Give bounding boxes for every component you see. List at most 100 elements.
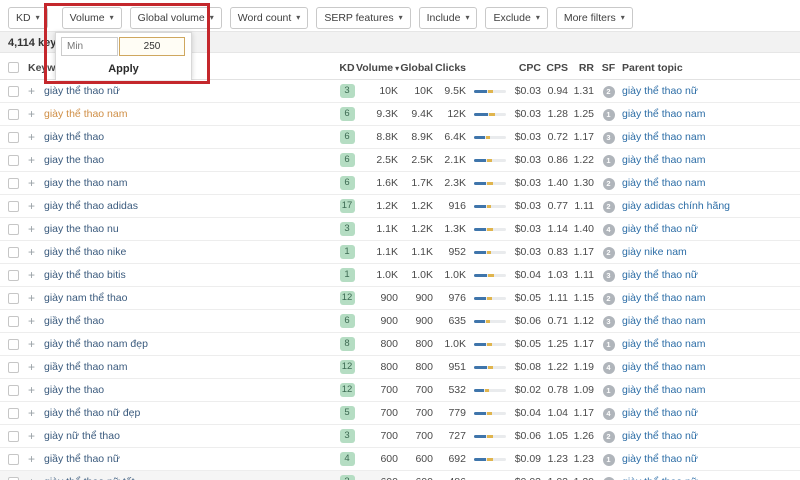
filter-more-filters-button[interactable]: More filters ▾ <box>555 7 633 29</box>
header-global[interactable]: Global <box>398 62 433 74</box>
keyword-link[interactable]: giày thể thao nữ <box>44 85 120 97</box>
filter-volume-button[interactable]: Volume ▾ <box>61 7 122 29</box>
parent-topic-link[interactable]: giày thể thao nam <box>622 131 705 143</box>
row-checkbox[interactable] <box>8 339 19 350</box>
keyword-link[interactable]: giày thể thao nữ tốt <box>44 476 135 480</box>
row-checkbox[interactable] <box>8 270 19 281</box>
header-parent-topic[interactable]: Parent topic <box>622 62 683 74</box>
plus-icon[interactable]: + <box>28 337 35 351</box>
parent-topic-link[interactable]: giày adidas chính hãng <box>622 200 730 212</box>
plus-icon[interactable]: + <box>28 153 35 167</box>
keyword-link[interactable]: giày thể thao adidas <box>44 200 138 212</box>
plus-icon[interactable]: + <box>28 314 35 328</box>
plus-icon[interactable]: + <box>28 291 35 305</box>
sf-badge[interactable]: 3 <box>602 132 615 144</box>
header-volume[interactable]: Volume ▾ <box>356 62 399 74</box>
keyword-link[interactable]: giày the thao <box>44 384 104 396</box>
row-checkbox[interactable] <box>8 109 19 120</box>
sf-badge[interactable]: 4 <box>602 408 615 420</box>
keyword-link[interactable]: giày thể thao nam đẹp <box>44 338 148 350</box>
keyword-link[interactable]: giày nam thể thao <box>44 292 127 304</box>
keyword-link[interactable]: giay the thao <box>44 154 104 166</box>
sf-badge[interactable]: 2 <box>602 86 615 98</box>
volume-max-input[interactable] <box>119 37 185 56</box>
header-kd[interactable]: KD <box>336 62 358 74</box>
parent-topic-link[interactable]: giày thể thao nam <box>622 338 705 350</box>
parent-topic-link[interactable]: giày thể thao nữ <box>622 407 698 419</box>
row-checkbox[interactable] <box>8 178 19 189</box>
sf-badge[interactable]: 2 <box>602 431 615 443</box>
parent-topic-link[interactable]: giày thể thao nữ <box>622 85 698 97</box>
row-checkbox[interactable] <box>8 431 19 442</box>
row-checkbox[interactable] <box>8 316 19 327</box>
plus-icon[interactable]: + <box>28 383 35 397</box>
row-checkbox[interactable] <box>8 155 19 166</box>
sf-badge[interactable]: 4 <box>602 224 615 236</box>
parent-topic-link[interactable]: giày thể thao nữ <box>622 453 698 465</box>
parent-topic-link[interactable]: giày thể thao nam <box>622 177 705 189</box>
parent-topic-link[interactable]: giày thể thao nam <box>622 361 705 373</box>
sf-badge[interactable]: 1 <box>602 109 615 121</box>
plus-icon[interactable]: + <box>28 475 35 480</box>
keyword-link[interactable]: giầy thể thao nữ <box>44 453 120 465</box>
parent-topic-link[interactable]: giày thể thao nam <box>622 108 705 120</box>
parent-topic-link[interactable]: giày thể thao nam <box>622 315 705 327</box>
plus-icon[interactable]: + <box>28 130 35 144</box>
parent-topic-link[interactable]: giày thể thao nam <box>622 292 705 304</box>
filter-exclude-button[interactable]: Exclude ▾ <box>485 7 548 29</box>
keyword-link[interactable]: giầy thể thao <box>44 315 104 327</box>
row-checkbox[interactable] <box>8 454 19 465</box>
select-all-checkbox[interactable] <box>8 62 19 73</box>
sf-badge[interactable]: 1 <box>602 385 615 397</box>
sf-badge[interactable]: 2 <box>602 247 615 259</box>
sf-badge[interactable]: 3 <box>602 270 615 282</box>
plus-icon[interactable]: + <box>28 107 35 121</box>
keyword-link[interactable]: giày thể thao nike <box>44 246 126 258</box>
plus-icon[interactable]: + <box>28 406 35 420</box>
keyword-link[interactable]: giày thể thao bitis <box>44 269 126 281</box>
parent-topic-link[interactable]: giày thể thao nam <box>622 154 705 166</box>
row-checkbox[interactable] <box>8 132 19 143</box>
row-checkbox[interactable] <box>8 201 19 212</box>
apply-button[interactable]: Apply <box>56 58 191 80</box>
row-checkbox[interactable] <box>8 408 19 419</box>
sf-badge[interactable]: 1 <box>602 155 615 167</box>
filter-include-button[interactable]: Include ▾ <box>418 7 478 29</box>
row-checkbox[interactable] <box>8 247 19 258</box>
keyword-link[interactable]: giày thể thao <box>44 131 104 143</box>
parent-topic-link[interactable]: giày thể thao nữ <box>622 476 698 480</box>
plus-icon[interactable]: + <box>28 84 35 98</box>
sf-badge[interactable]: 2 <box>602 178 615 190</box>
keyword-link[interactable]: giày thể thao nam <box>44 108 127 120</box>
keyword-link[interactable]: giầy thể thao nam <box>44 361 127 373</box>
parent-topic-link[interactable]: giày thể thao nữ <box>622 223 698 235</box>
row-checkbox[interactable] <box>8 362 19 373</box>
plus-icon[interactable]: + <box>28 199 35 213</box>
keyword-link[interactable]: giày thể thao nữ đẹp <box>44 407 140 419</box>
parent-topic-link[interactable]: giày thể thao nam <box>622 384 705 396</box>
plus-icon[interactable]: + <box>28 222 35 236</box>
row-checkbox[interactable] <box>8 385 19 396</box>
keyword-link[interactable]: giày nữ thể thao <box>44 430 120 442</box>
plus-icon[interactable]: + <box>28 268 35 282</box>
header-cpc[interactable]: CPC <box>498 62 541 74</box>
plus-icon[interactable]: + <box>28 360 35 374</box>
row-checkbox[interactable] <box>8 86 19 97</box>
header-clicks[interactable]: Clicks <box>430 62 466 74</box>
parent-topic-link[interactable]: giày thể thao nữ <box>622 430 698 442</box>
keyword-link[interactable]: giay the thao nam <box>44 177 127 189</box>
sf-badge[interactable]: 1 <box>602 454 615 466</box>
filter-word-count-button[interactable]: Word count ▾ <box>229 7 309 29</box>
plus-icon[interactable]: + <box>28 176 35 190</box>
filter-kd-button[interactable]: KD ▾ <box>8 7 48 29</box>
plus-icon[interactable]: + <box>28 245 35 259</box>
header-rr[interactable]: RR <box>566 62 594 74</box>
sf-badge[interactable]: 2 <box>602 201 615 213</box>
header-cps[interactable]: CPS <box>541 62 568 74</box>
row-checkbox[interactable] <box>8 224 19 235</box>
sf-badge[interactable]: 1 <box>602 339 615 351</box>
row-checkbox[interactable] <box>8 293 19 304</box>
parent-topic-link[interactable]: giày nike nam <box>622 246 687 258</box>
sf-badge[interactable]: 4 <box>602 362 615 374</box>
sf-badge[interactable]: 2 <box>602 293 615 305</box>
